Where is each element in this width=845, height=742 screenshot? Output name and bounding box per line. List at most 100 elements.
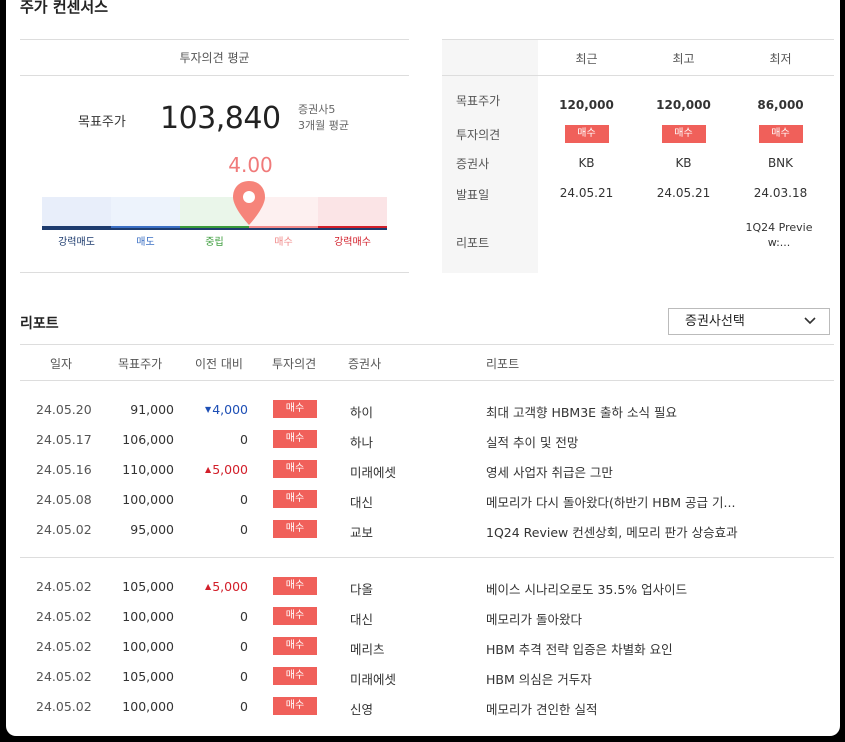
report-change: 0 [180,522,248,537]
triangle-up-icon: ▲ [205,465,212,474]
report-title-link[interactable]: 최대 고객향 HBM3E 출하 소식 필요 [486,402,677,421]
gauge-segment-strong-buy [318,197,387,228]
table-row[interactable]: 24.05.20 91,000 ▼4,000 매수 하이 최대 고객향 HBM3E 출하 … [20,395,834,425]
report-firm: 대신 [350,495,374,510]
report-date: 24.05.02 [36,579,92,594]
lowest-firm: BNK [767,156,794,170]
gauge-segment-sell [111,197,180,228]
header-date: 일자 [50,357,73,371]
report-change-value: 0 [240,522,248,537]
opinion-badge: 매수 [273,667,317,685]
report-change: ▲5,000 [180,579,248,594]
reports-table-header: 일자 목표주가 이전 대비 투자의견 증권사 리포트 [20,344,834,381]
opinion-badge: 매수 [273,520,317,538]
table-row[interactable]: 24.05.02 105,000 ▲5,000 매수 다올 베이스 시나리오로도 35.5… [20,572,834,602]
report-change: 0 [180,432,248,447]
report-change-value: 5,000 [212,579,248,594]
table-row[interactable]: 24.05.02 100,000 0 매수 메리츠 HBM 추격 전략 입증은 차별화 요… [20,632,834,662]
report-target-price: 100,000 [122,699,174,714]
summary-table: 최근 최고 최저 목표주가 투자의견 증권사 발표일 리포트 120,000 1… [442,39,834,273]
gauge-label-sell: 매도 [136,237,155,248]
col-header-highest: 최고 [672,52,695,66]
table-row[interactable]: 24.05.08 100,000 0 매수 대신 메모리가 다시 돌아왔다(하반기 HBM… [20,485,834,515]
gauge-label-strong-sell: 강력매도 [58,237,95,248]
report-change: 0 [180,639,248,654]
table-row[interactable]: 24.05.02 100,000 0 매수 대신 메모리가 돌아왔다 [20,602,834,632]
report-change-value: 0 [240,639,248,654]
panel-divider [20,272,409,273]
col-header-latest: 최근 [575,52,598,66]
header-change: 이전 대비 [195,357,243,371]
report-change-value: 0 [240,492,248,507]
target-price-meta: 증권사5 3개월 평균 [298,102,349,134]
report-title-link[interactable]: HBM 의심은 거두자 [486,669,592,688]
table-row[interactable]: 24.05.02 105,000 0 매수 미래에셋 HBM 의심은 거두자 [20,662,834,692]
table-row[interactable]: 24.05.02 95,000 0 매수 교보 1Q24 Review 컨센상회, 메모리… [20,515,834,545]
opinion-badge: 매수 [273,637,317,655]
gauge-labels: 강력매도 매도 중립 매수 강력매수 [42,233,387,248]
row-label-report: 리포트 [456,236,490,250]
table-row[interactable]: 24.05.17 106,000 0 매수 하나 실적 추이 및 전망 [20,425,834,455]
report-change-value: 4,000 [212,402,248,417]
opinion-badge: 매수 [273,400,317,418]
report-firm: 메리츠 [350,642,385,657]
triangle-down-icon: ▼ [205,405,212,414]
report-date: 24.05.20 [36,402,92,417]
header-firm: 증권사 [348,357,382,371]
col-header-lowest: 최저 [769,52,792,66]
report-change: 0 [180,699,248,714]
table-top-border [442,39,834,40]
opinion-badge: 매수 [273,490,317,508]
report-title-link[interactable]: 메모리가 다시 돌아왔다(하반기 HBM 공급 기... [486,492,735,511]
opinion-badge: 매수 [564,125,609,143]
average-period: 3개월 평균 [298,119,349,132]
report-title-link[interactable]: 베이스 시나리오로도 35.5% 업사이드 [486,579,687,598]
opinion-average-header: 투자의견 평균 [20,39,409,76]
opinion-score: 4.00 [228,153,273,177]
report-title-link[interactable]: 메모리가 돌아왔다 [486,609,582,628]
gauge-label-buy: 매수 [274,237,293,248]
firms-count: 증권사5 [298,103,336,116]
report-date: 24.05.08 [36,492,92,507]
report-date: 24.05.02 [36,669,92,684]
opinion-badge: 매수 [661,125,706,143]
report-target-price: 105,000 [122,669,174,684]
report-title-link[interactable]: 1Q24 Review 컨센상회, 메모리 판가 상승효과 [486,522,738,541]
opinion-gauge [42,197,387,230]
header-opinion: 투자의견 [272,357,317,371]
row-label-target: 목표주가 [456,94,501,108]
report-target-price: 100,000 [122,609,174,624]
report-title-link[interactable]: 영세 사업자 취급은 그만 [486,462,613,481]
opinion-badge: 매수 [273,430,317,448]
report-change: 0 [180,609,248,624]
highest-date: 24.05.21 [656,186,711,200]
lowest-report-link[interactable]: 1Q24 Preview:... [738,220,820,250]
report-title-link[interactable]: HBM 추격 전략 입증은 차별화 요인 [486,639,673,658]
consensus-panel: 투자의견 평균 목표주가 103,840 증권사5 3개월 평균 4.00 강력… [20,39,409,273]
opinion-badge: 매수 [273,697,317,715]
gauge-label-strong-buy: 강력매수 [334,237,371,248]
target-price-label: 목표주가 [78,115,126,130]
row-label-firm: 증권사 [456,157,490,171]
firm-select[interactable]: 증권사선택 [668,308,830,335]
report-target-price: 106,000 [122,432,174,447]
report-change-value: 0 [240,432,248,447]
opinion-badge: 매수 [273,607,317,625]
report-change: 0 [180,492,248,507]
report-change: 0 [180,669,248,684]
latest-target: 120,000 [559,98,614,112]
report-date: 24.05.16 [36,462,92,477]
header-report: 리포트 [486,357,520,371]
report-title-link[interactable]: 메모리가 견인한 실적 [486,699,597,718]
report-firm: 교보 [350,525,374,540]
report-date: 24.05.02 [36,522,92,537]
report-change: ▲5,000 [180,462,248,477]
table-header-border [442,75,834,76]
report-title-link[interactable]: 실적 추이 및 전망 [486,432,578,451]
report-target-price: 91,000 [130,402,174,417]
table-row[interactable]: 24.05.16 110,000 ▲5,000 매수 미래에셋 영세 사업자 취급은 그만 [20,455,834,485]
report-firm: 하나 [350,435,374,450]
target-price-row: 목표주가 103,840 증권사5 3개월 평균 [20,99,409,143]
report-change-value: 5,000 [212,462,248,477]
table-row[interactable]: 24.05.02 100,000 0 매수 신영 메모리가 견인한 실적 [20,692,834,722]
